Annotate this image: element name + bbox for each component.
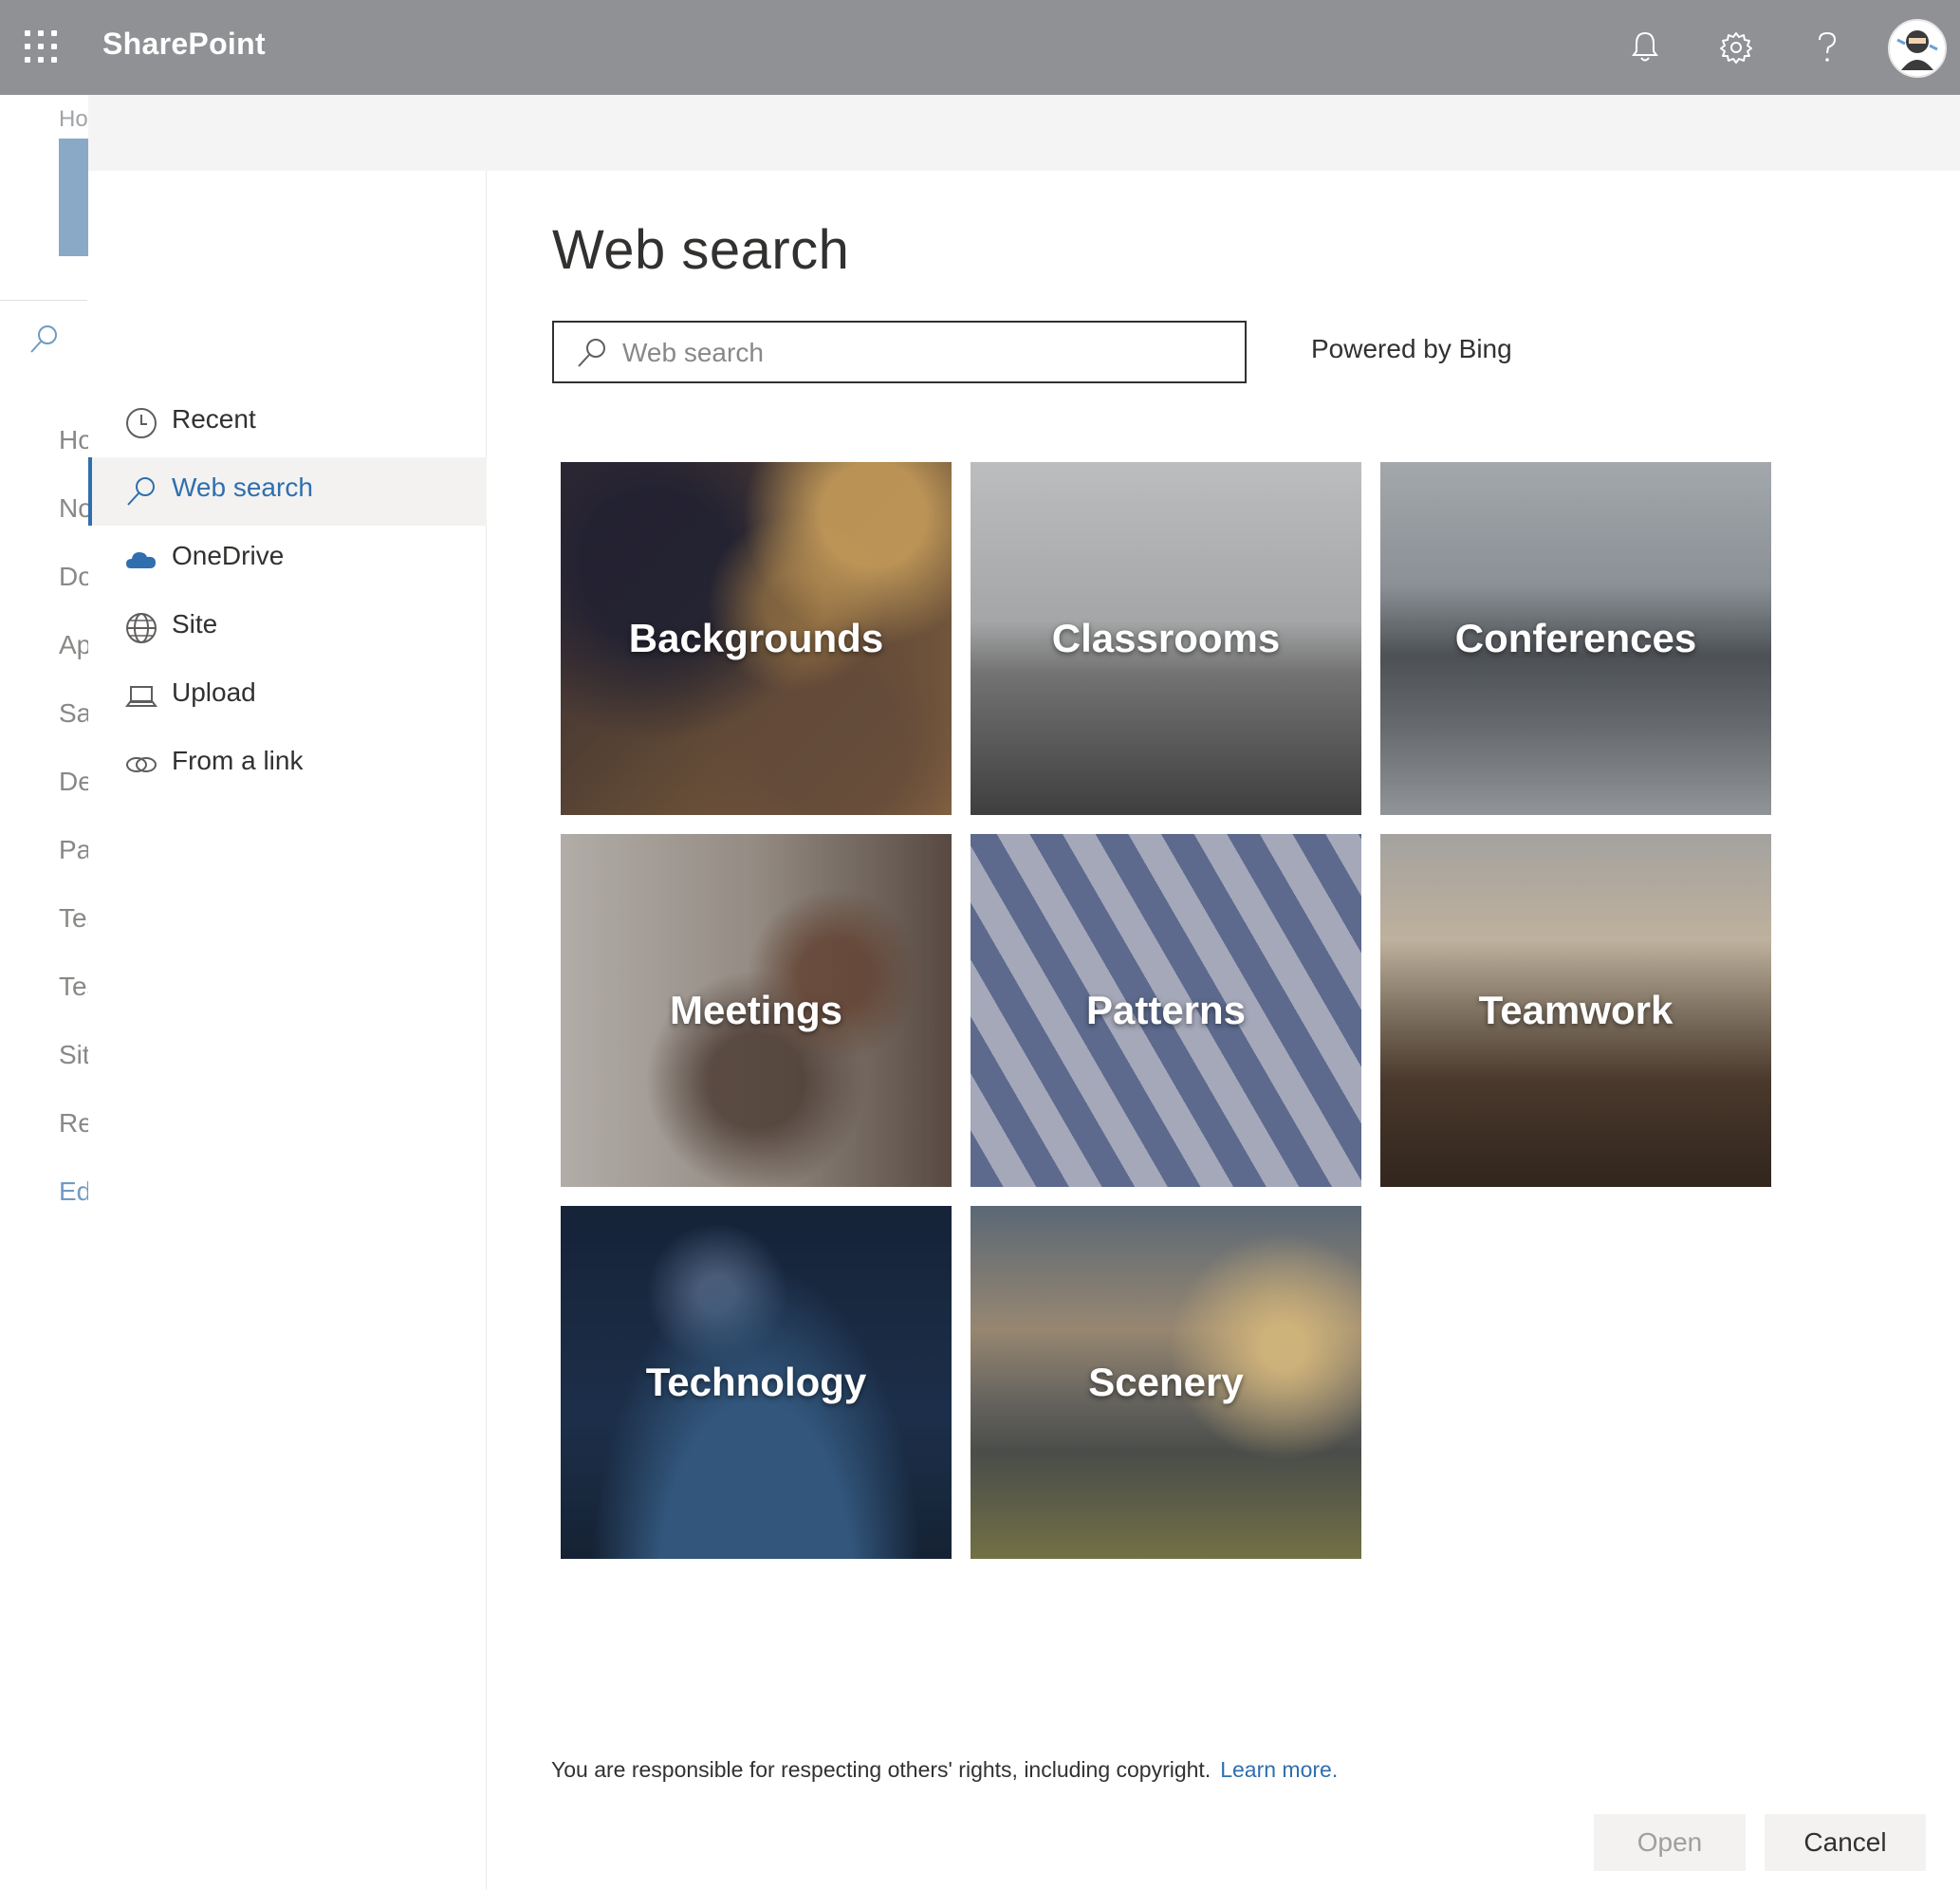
background-search-icon: [27, 323, 61, 361]
copyright-notice: You are responsible for respecting other…: [551, 1757, 1338, 1783]
background-site-logo: [59, 139, 89, 256]
nav-item-label: Upload: [172, 677, 256, 707]
user-avatar[interactable]: [1888, 19, 1947, 78]
tile-label: Conferences: [1454, 616, 1697, 660]
category-tile-patterns[interactable]: Patterns: [971, 834, 1361, 1187]
category-tile-technology[interactable]: Technology: [561, 1206, 952, 1559]
picker-nav: Recent Web search OneDrive Site Upload F…: [88, 171, 487, 1890]
cancel-button[interactable]: Cancel: [1765, 1814, 1926, 1871]
tile-label: Technology: [645, 1360, 867, 1404]
notifications-bell-icon[interactable]: [1624, 27, 1666, 68]
nav-item-web-search[interactable]: Web search: [88, 457, 487, 526]
category-tile-teamwork[interactable]: Teamwork: [1380, 834, 1771, 1187]
nav-item-from-a-link[interactable]: From a link: [88, 731, 487, 799]
nav-item-upload[interactable]: Upload: [88, 662, 487, 731]
app-launcher-icon[interactable]: [25, 30, 59, 65]
clock-icon: [124, 406, 158, 440]
category-tile-scenery[interactable]: Scenery: [971, 1206, 1361, 1559]
background-breadcrumb: Ho: [59, 106, 88, 132]
link-icon: [124, 748, 158, 782]
nav-item-recent[interactable]: Recent: [88, 389, 487, 457]
suite-bar: SharePoint: [0, 0, 1960, 95]
tile-label: Classrooms: [1051, 616, 1281, 660]
powered-by-bing: Powered by Bing: [1311, 334, 1512, 363]
app-name[interactable]: SharePoint: [102, 27, 266, 62]
nav-item-site[interactable]: Site: [88, 594, 487, 662]
web-search-input[interactable]: [622, 332, 1230, 374]
web-search-box[interactable]: [552, 321, 1247, 383]
search-icon: [124, 474, 158, 509]
nav-item-label: From a link: [172, 746, 304, 775]
tile-label: Teamwork: [1478, 988, 1673, 1032]
panel-header: [88, 95, 1960, 171]
open-button[interactable]: Open: [1594, 1814, 1746, 1871]
settings-gear-icon[interactable]: [1715, 27, 1757, 68]
category-tile-backgrounds[interactable]: Backgrounds: [561, 462, 952, 815]
cloud-icon: [124, 543, 158, 577]
background-divider: [0, 300, 87, 301]
tile-label: Backgrounds: [628, 616, 884, 660]
nav-item-label: Site: [172, 609, 218, 639]
tile-label: Patterns: [1085, 988, 1247, 1032]
nav-item-label: Recent: [172, 404, 256, 434]
globe-icon: [124, 611, 158, 645]
search-icon: [575, 336, 609, 370]
nav-item-label: OneDrive: [172, 541, 285, 570]
learn-more-link[interactable]: Learn more.: [1220, 1757, 1338, 1782]
tile-label: Meetings: [669, 988, 843, 1032]
laptop-upload-icon: [124, 679, 158, 713]
page-title: Web search: [552, 219, 850, 281]
help-question-icon[interactable]: [1806, 27, 1848, 68]
category-tile-classrooms[interactable]: Classrooms: [971, 462, 1361, 815]
tile-label: Scenery: [1088, 1360, 1244, 1404]
category-tile-conferences[interactable]: Conferences: [1380, 462, 1771, 815]
copyright-notice-text: You are responsible for respecting other…: [551, 1757, 1211, 1782]
nav-item-label: Web search: [172, 472, 313, 502]
category-tile-meetings[interactable]: Meetings: [561, 834, 952, 1187]
nav-item-onedrive[interactable]: OneDrive: [88, 526, 487, 594]
